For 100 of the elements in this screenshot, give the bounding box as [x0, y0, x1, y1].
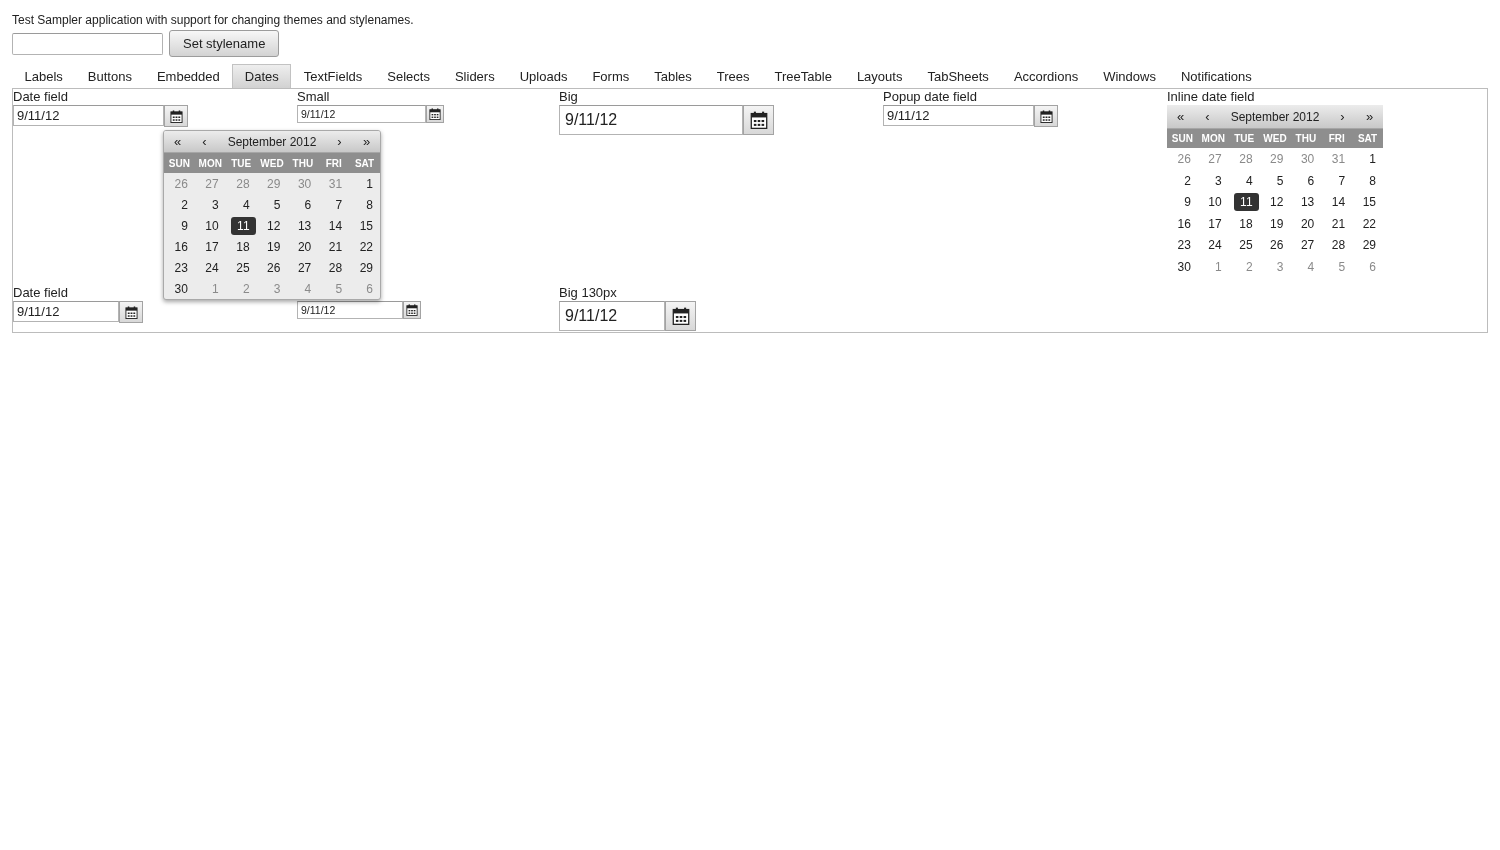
- calendar-button[interactable]: [665, 301, 696, 331]
- tab[interactable]: Notifications: [1168, 64, 1265, 88]
- calendar-day[interactable]: 17: [1202, 214, 1228, 233]
- calendar-day[interactable]: 26: [261, 259, 287, 277]
- calendar-day[interactable]: 28: [322, 259, 349, 277]
- previous-year-button[interactable]: «: [164, 131, 191, 152]
- tab[interactable]: Selects: [374, 64, 443, 88]
- calendar-day[interactable]: 1: [1209, 257, 1228, 276]
- next-month-button[interactable]: ›: [326, 131, 353, 152]
- date-input[interactable]: 9/11/12: [13, 105, 164, 126]
- calendar-day[interactable]: 28: [1325, 236, 1352, 255]
- calendar-day[interactable]: 21: [322, 238, 349, 256]
- tab[interactable]: Buttons: [75, 64, 145, 88]
- tab[interactable]: Sliders: [442, 64, 508, 88]
- calendar-day[interactable]: 5: [1270, 171, 1290, 190]
- calendar-button[interactable]: [164, 105, 188, 127]
- calendar-day[interactable]: 6: [298, 196, 318, 214]
- calendar-day[interactable]: 16: [1171, 214, 1197, 233]
- calendar-day[interactable]: 15: [1356, 193, 1382, 212]
- calendar-day[interactable]: 14: [1325, 193, 1352, 212]
- calendar-day[interactable]: 5: [267, 196, 287, 214]
- calendar-day[interactable]: 23: [168, 259, 194, 277]
- date-input[interactable]: 9/11/12: [883, 105, 1034, 126]
- calendar-day[interactable]: 13: [291, 217, 318, 235]
- calendar-day[interactable]: 22: [353, 238, 379, 256]
- tab[interactable]: Windows: [1090, 64, 1169, 88]
- calendar-day[interactable]: 30: [168, 280, 194, 298]
- calendar-day[interactable]: 20: [291, 238, 318, 256]
- date-input[interactable]: 9/11/12: [559, 105, 743, 135]
- calendar-day[interactable]: 26: [1264, 236, 1290, 255]
- calendar-day[interactable]: 23: [1171, 236, 1197, 255]
- calendar-day[interactable]: 30: [1171, 257, 1197, 276]
- calendar-day[interactable]: 1: [1363, 150, 1382, 169]
- calendar-day[interactable]: 6: [1301, 171, 1321, 190]
- calendar-day[interactable]: 8: [360, 196, 379, 214]
- calendar-day[interactable]: 28: [1233, 150, 1259, 169]
- calendar-day[interactable]: 29: [1356, 236, 1382, 255]
- calendar-day[interactable]: 15: [353, 217, 379, 235]
- calendar-day[interactable]: 24: [199, 259, 225, 277]
- tab[interactable]: Forms: [579, 64, 642, 88]
- calendar-day[interactable]: 25: [230, 259, 256, 277]
- tab[interactable]: Dates: [232, 64, 292, 88]
- calendar-day[interactable]: 29: [353, 259, 379, 277]
- calendar-day[interactable]: 17: [199, 238, 225, 256]
- previous-month-button[interactable]: ‹: [191, 131, 218, 152]
- calendar-day[interactable]: 18: [230, 238, 256, 256]
- previous-month-button[interactable]: ‹: [1194, 105, 1221, 128]
- calendar-day[interactable]: 14: [322, 217, 349, 235]
- calendar-button[interactable]: [743, 105, 774, 135]
- calendar-day[interactable]: 20: [1294, 214, 1321, 233]
- next-year-button[interactable]: »: [1356, 105, 1383, 128]
- calendar-day[interactable]: 10: [1202, 193, 1228, 212]
- calendar-day[interactable]: 19: [1264, 214, 1290, 233]
- calendar-day[interactable]: 30: [1294, 150, 1321, 169]
- next-year-button[interactable]: »: [353, 131, 380, 152]
- set-stylename-button[interactable]: Set stylename: [169, 30, 280, 57]
- tab[interactable]: Layouts: [844, 64, 915, 88]
- calendar-day[interactable]: 1: [360, 175, 379, 193]
- calendar-day[interactable]: 4: [236, 196, 256, 214]
- calendar-day[interactable]: 25: [1233, 236, 1259, 255]
- calendar-day[interactable]: 24: [1202, 236, 1228, 255]
- tab[interactable]: TreeTable: [762, 64, 845, 88]
- tab[interactable]: Accordions: [1001, 64, 1091, 88]
- calendar-day[interactable]: 8: [1363, 171, 1382, 190]
- tab[interactable]: Uploads: [507, 64, 580, 88]
- tab[interactable]: Tables: [641, 64, 705, 88]
- calendar-day[interactable]: 3: [206, 196, 225, 214]
- calendar-day[interactable]: 18: [1233, 214, 1259, 233]
- calendar-day[interactable]: 2: [175, 196, 194, 214]
- date-input[interactable]: 9/11/12: [297, 301, 403, 319]
- calendar-day[interactable]: 19: [261, 238, 287, 256]
- calendar-button[interactable]: [1034, 105, 1058, 127]
- calendar-day[interactable]: 12: [1264, 193, 1290, 212]
- calendar-day[interactable]: 10: [199, 217, 225, 235]
- calendar-button[interactable]: [403, 301, 421, 319]
- calendar-day[interactable]: 26: [1171, 150, 1197, 169]
- previous-year-button[interactable]: «: [1167, 105, 1194, 128]
- calendar-day[interactable]: 3: [1209, 171, 1228, 190]
- tab[interactable]: Labels: [12, 64, 76, 88]
- calendar-day[interactable]: 21: [1325, 214, 1352, 233]
- calendar-day[interactable]: 5: [1332, 257, 1352, 276]
- tab[interactable]: Embedded: [144, 64, 233, 88]
- calendar-day[interactable]: 11: [231, 217, 256, 235]
- calendar-day[interactable]: 2: [1239, 257, 1259, 276]
- calendar-day[interactable]: 16: [168, 238, 194, 256]
- calendar-day[interactable]: 9: [1178, 193, 1197, 212]
- date-input[interactable]: 9/11/12: [13, 301, 119, 322]
- calendar-day[interactable]: 13: [1294, 193, 1321, 212]
- calendar-day[interactable]: 7: [329, 196, 349, 214]
- calendar-button[interactable]: [426, 105, 444, 123]
- tab[interactable]: TextFields: [291, 64, 375, 88]
- calendar-day[interactable]: 6: [1363, 257, 1382, 276]
- stylename-input[interactable]: [12, 32, 163, 55]
- tab[interactable]: TabSheets: [914, 64, 1002, 88]
- date-input[interactable]: 9/11/12: [297, 105, 426, 123]
- calendar-day[interactable]: 7: [1332, 171, 1352, 190]
- calendar-day[interactable]: 4: [1239, 171, 1259, 190]
- next-month-button[interactable]: ›: [1329, 105, 1356, 128]
- tab[interactable]: Trees: [704, 64, 763, 88]
- calendar-button[interactable]: [119, 301, 143, 323]
